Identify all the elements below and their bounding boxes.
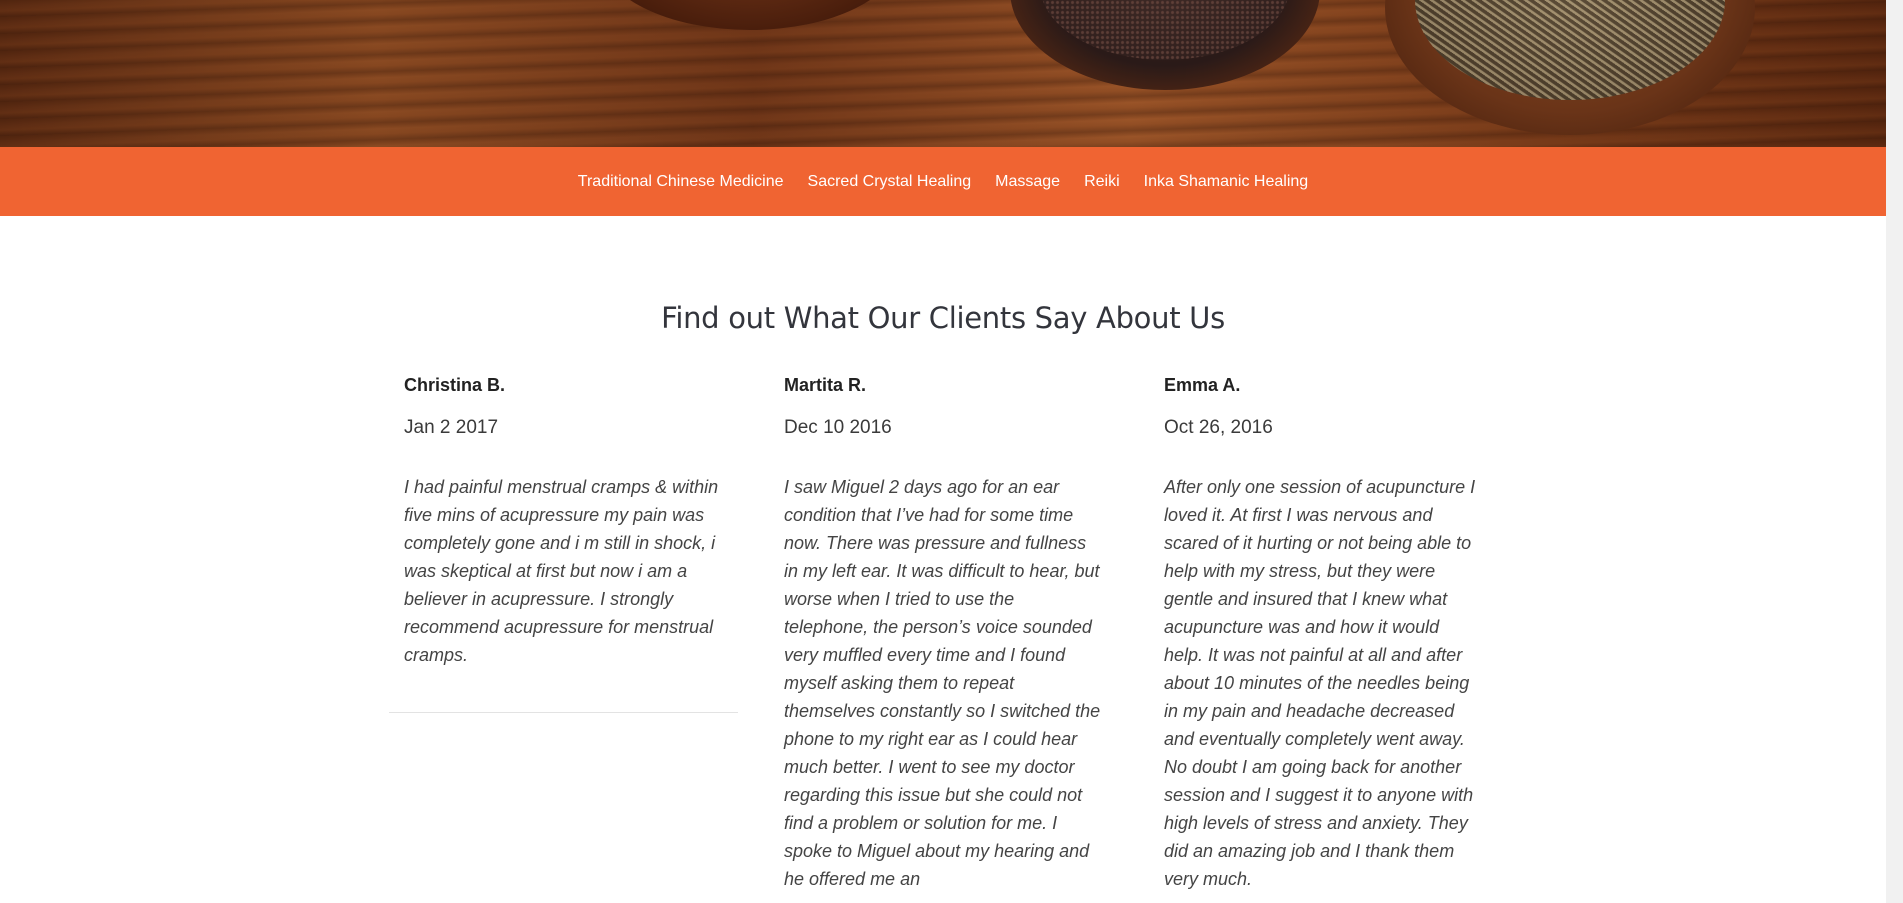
testimonial-text: I had painful menstrual cramps & within … [404,477,719,665]
testimonial-date: Dec 10 2016 [784,417,892,438]
testimonial-date: Jan 2 2017 [404,417,499,438]
services-nav-bar: Traditional Chinese Medicine Sacred Crys… [0,147,1886,216]
testimonial-author: Martita R. [784,375,867,395]
testimonial-author: Christina B. [404,375,506,395]
testimonial-card: Christina B. Jan 2 2017 I had painful me… [404,375,724,669]
testimonial-divider [389,712,738,713]
nav-list: Traditional Chinese Medicine Sacred Crys… [566,173,1320,191]
nav-link-sacred-crystal-healing[interactable]: Sacred Crystal Healing [796,173,984,191]
testimonial-card: Martita R. Dec 10 2016 I saw Miguel 2 da… [784,375,1104,893]
page: Traditional Chinese Medicine Sacred Crys… [0,0,1903,903]
testimonial-text: I saw Miguel 2 days ago for an ear condi… [784,477,1101,889]
hero-image-spice-bowls [0,0,1886,147]
page-scrollbar[interactable] [1886,0,1903,903]
bowl-image-left [600,0,900,30]
nav-link-traditional-chinese-medicine[interactable]: Traditional Chinese Medicine [566,173,796,191]
nav-link-reiki[interactable]: Reiki [1072,173,1132,191]
testimonials-heading: Find out What Our Clients Say About Us [661,301,1225,336]
testimonial-text: After only one session of acupuncture I … [1164,477,1476,889]
nav-link-inka-shamanic-healing[interactable]: Inka Shamanic Healing [1132,173,1321,191]
testimonial-date: Oct 26, 2016 [1164,417,1273,438]
testimonial-card: Emma A. Oct 26, 2016 After only one sess… [1164,375,1484,893]
nav-link-massage[interactable]: Massage [983,173,1072,191]
testimonial-author: Emma A. [1164,375,1241,395]
